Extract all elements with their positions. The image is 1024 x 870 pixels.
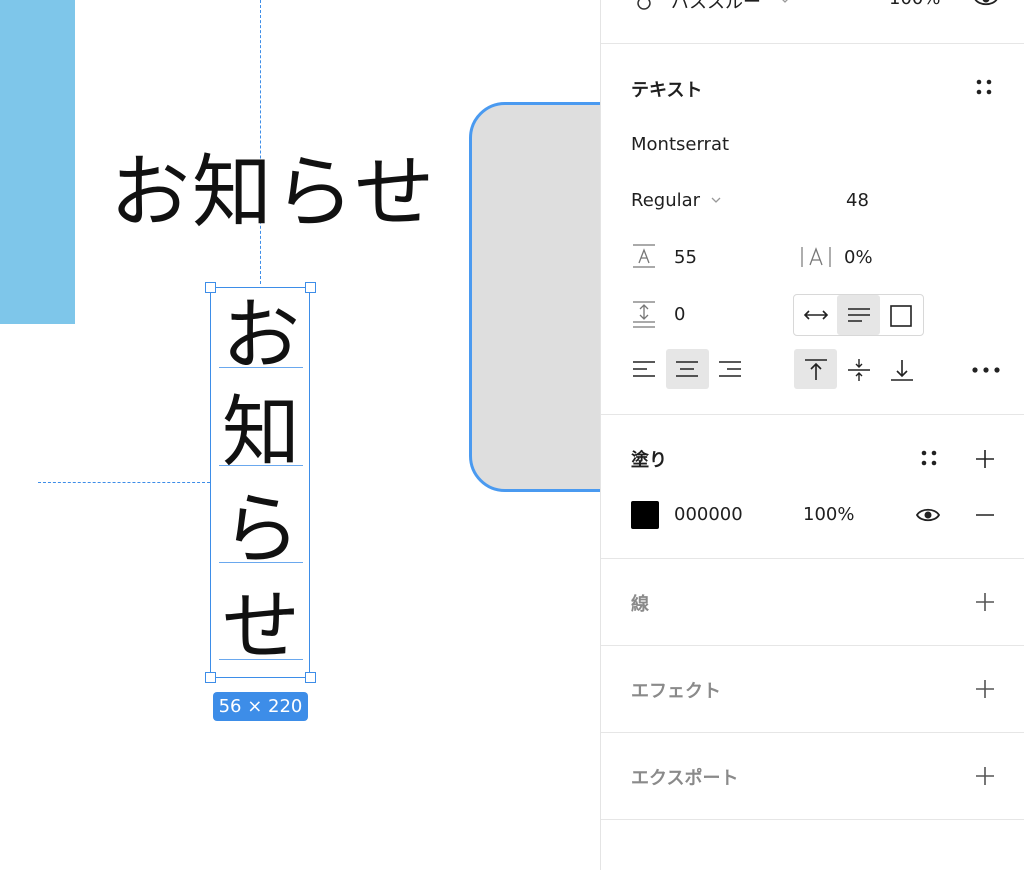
add-effect-icon[interactable] [974, 678, 996, 700]
paragraph-spacing-icon [633, 301, 655, 328]
line-height-field[interactable]: 55 [674, 247, 697, 268]
vertical-char-2: 知 [221, 388, 300, 478]
text-resize-segmented-control [793, 294, 924, 336]
line-height-icon [633, 244, 655, 268]
font-size-field[interactable]: 48 [846, 190, 869, 211]
align-left-icon [633, 361, 655, 377]
align-right-icon [719, 361, 741, 377]
effect-section-title: エフェクト [631, 681, 721, 702]
effect-section: エフェクト [601, 646, 1024, 733]
selected-vertical-text-layer[interactable]: お 知 ら せ [210, 287, 310, 678]
gray-rounded-rectangle[interactable] [469, 102, 600, 492]
stroke-section: 線 [601, 559, 1024, 646]
fill-hex-field[interactable]: 000000 [674, 504, 743, 525]
add-export-icon[interactable] [974, 765, 996, 787]
letter-spacing-field[interactable]: 0% [844, 247, 873, 268]
size-badge: 56 × 220 [213, 692, 308, 721]
fill-opacity-field[interactable]: 100% [803, 504, 854, 525]
add-stroke-icon[interactable] [974, 591, 996, 613]
align-center-button[interactable] [666, 349, 709, 389]
blue-rectangle-shape[interactable] [0, 0, 75, 324]
resize-handle-top-right[interactable] [305, 282, 316, 293]
fill-section: 塗り 000000 100% [601, 415, 1024, 559]
export-section: エクスポート [601, 733, 1024, 820]
align-bottom-button[interactable] [880, 349, 923, 389]
align-top-icon [805, 359, 827, 380]
auto-height-button[interactable] [837, 295, 880, 335]
fill-section-title: 塗り [631, 450, 667, 471]
text-section: テキスト Montserrat Regular 48 55 0% 0 [601, 44, 1024, 415]
letter-spacing-icon [801, 247, 831, 267]
heading-text-layer[interactable]: お知らせ [110, 143, 436, 243]
align-bottom-icon [891, 360, 913, 381]
align-top-button[interactable] [794, 349, 837, 389]
auto-width-icon [803, 310, 829, 320]
align-right-button[interactable] [709, 349, 752, 389]
stroke-section-title: 線 [631, 594, 649, 615]
baseline-guide [219, 465, 303, 466]
baseline-guide [219, 659, 303, 660]
auto-width-button[interactable] [794, 295, 837, 335]
styles-grid-icon[interactable] [974, 77, 994, 97]
design-canvas[interactable]: お知らせ お 知 ら せ 56 × 220 [0, 0, 600, 870]
align-middle-button[interactable] [837, 349, 880, 389]
layer-opacity-value[interactable]: 100% [889, 0, 940, 9]
align-left-button[interactable] [623, 349, 666, 389]
vertical-char-3: ら [221, 485, 300, 575]
resize-handle-bottom-left[interactable] [205, 672, 216, 683]
add-fill-icon[interactable] [974, 448, 996, 470]
eye-icon[interactable] [973, 0, 999, 8]
blend-drop-icon [637, 0, 651, 10]
horizontal-distance-guide [38, 482, 210, 483]
auto-height-icon [848, 308, 870, 322]
align-center-icon [676, 361, 698, 377]
export-section-title: エクスポート [631, 768, 739, 789]
resize-handle-top-left[interactable] [205, 282, 216, 293]
baseline-guide [219, 562, 303, 563]
resize-handle-bottom-right[interactable] [305, 672, 316, 683]
vertical-char-1: お [221, 291, 300, 381]
text-section-title: テキスト [631, 80, 703, 101]
blend-mode-dropdown[interactable]: パススルー [671, 0, 761, 14]
chevron-down-icon [711, 197, 721, 203]
align-middle-icon [848, 359, 870, 381]
chevron-down-icon [782, 0, 788, 3]
properties-panel: パススルー 100% テキスト Montserrat Regular 48 55 [600, 0, 1024, 870]
remove-fill-icon[interactable] [974, 513, 996, 517]
vertical-char-4: せ [221, 582, 300, 672]
fill-color-swatch[interactable] [631, 501, 659, 529]
layer-section: パススルー 100% [601, 0, 1024, 44]
font-family-field[interactable]: Montserrat [631, 134, 729, 155]
fill-styles-grid-icon[interactable] [919, 448, 939, 468]
font-weight-dropdown[interactable]: Regular [631, 190, 700, 211]
fixed-size-icon [890, 305, 912, 327]
eye-icon[interactable] [915, 506, 941, 524]
more-options-icon[interactable] [971, 366, 1001, 374]
fixed-size-button[interactable] [880, 295, 923, 335]
paragraph-spacing-field[interactable]: 0 [674, 304, 685, 325]
baseline-guide [219, 367, 303, 368]
